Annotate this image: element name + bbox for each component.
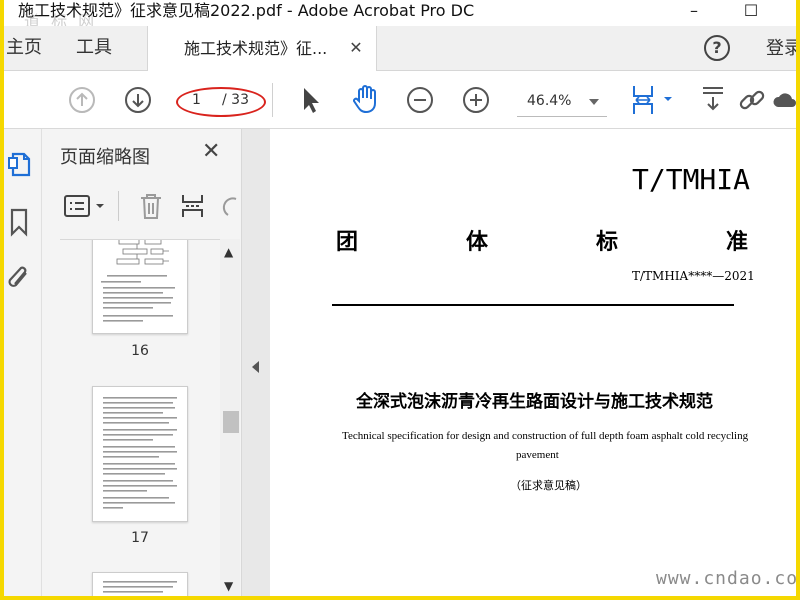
options-menu-icon[interactable] (62, 193, 108, 219)
panel-title: 页面缩略图 (60, 147, 150, 168)
document-page: T/TMHIA 团 体 标 准 T/TMHIA****—2021 全深式泡沫沥青… (270, 129, 796, 596)
toolbar-divider (272, 83, 273, 117)
toolbar: 1 / 33 46.4% (4, 71, 796, 129)
login-link[interactable]: 登录 (766, 26, 796, 72)
horizontal-rule (332, 304, 734, 306)
thumbnail-page-number: 17 (131, 530, 149, 546)
thumbnail-text-page (103, 581, 177, 593)
zoom-level-select[interactable]: 46.4% (517, 87, 607, 117)
thumbnail-page-number: 16 (131, 343, 149, 359)
tab-tools[interactable]: 工具 (76, 26, 112, 71)
scrollbar-thumb[interactable] (223, 411, 239, 433)
thumbnail-flowchart-diagram (101, 240, 175, 322)
cloud-upload-icon[interactable] (772, 87, 796, 113)
trash-icon[interactable] (138, 191, 164, 221)
panel-splitter[interactable] (242, 129, 270, 596)
zoom-out-icon[interactable] (406, 86, 434, 114)
tab-home[interactable]: 主页 (6, 26, 42, 71)
close-panel-icon[interactable]: ✕ (202, 139, 220, 164)
document-title-english-cont: pavement (516, 449, 559, 461)
insert-page-icon[interactable] (180, 191, 206, 221)
document-tab-label: 施工技术规范》征... (184, 39, 328, 58)
title-bar: 施工技术规范》征求意见稿2022.pdf - Adobe Acrobat Pro… (4, 0, 796, 31)
rotate-icon[interactable] (220, 193, 240, 221)
standard-type-char: 准 (726, 229, 749, 255)
standard-type-char: 体 (466, 229, 489, 255)
scroll-down-icon[interactable]: ▼ (224, 579, 233, 593)
thumbnail-text-page (103, 397, 177, 509)
help-icon[interactable]: ? (704, 35, 730, 61)
next-page-icon[interactable] (124, 86, 152, 114)
document-title-chinese: 全深式泡沫沥青冷再生路面设计与施工技术规范 (356, 392, 713, 412)
site-watermark: www.cndao.com (656, 568, 796, 589)
page-thumbnail-16[interactable] (92, 240, 188, 334)
previous-page-icon[interactable] (68, 86, 96, 114)
thumbnail-list: 16 17 (60, 239, 220, 596)
bookmark-icon[interactable] (8, 207, 30, 237)
toolbar-divider (118, 191, 119, 221)
page-thumbnail-next[interactable] (92, 572, 188, 596)
standard-type-char: 团 (336, 229, 359, 255)
red-annotation-ellipse (176, 87, 266, 117)
link-icon[interactable] (736, 84, 768, 116)
thumbnails-panel: 页面缩略图 ✕ 16 17 ▲ ▼ (42, 129, 242, 596)
chevron-down-icon (589, 99, 599, 105)
zoom-in-icon[interactable] (462, 86, 490, 114)
collapse-panel-icon[interactable] (252, 361, 259, 373)
close-tab-icon[interactable]: ✕ (348, 40, 364, 56)
scroll-up-icon[interactable]: ▲ (224, 245, 233, 259)
attachment-icon[interactable] (6, 263, 34, 295)
hand-tool-icon[interactable] (350, 83, 382, 115)
standard-code: T/TMHIA (632, 163, 751, 196)
acrobat-window: 施工技术规范》征求意见稿2022.pdf - Adobe Acrobat Pro… (4, 0, 796, 596)
tab-bar: 主页 工具 施工技术规范》征... ✕ ? 登录 (4, 26, 796, 72)
zoom-level-value: 46.4% (527, 93, 572, 109)
select-cursor-icon[interactable] (300, 85, 322, 115)
save-to-device-icon[interactable] (700, 85, 726, 115)
page-thumbnails-icon[interactable] (8, 149, 34, 179)
navigation-rail (4, 129, 42, 596)
maximize-icon[interactable]: ☐ (739, 2, 763, 22)
standard-type-char: 标 (596, 229, 619, 255)
standard-number: T/TMHIA****—2021 (632, 269, 755, 283)
minimize-icon[interactable]: – (682, 2, 706, 22)
page-thumbnail-17[interactable] (92, 386, 188, 522)
tab-document[interactable]: 施工技术规范》征... ✕ (147, 26, 377, 72)
thumbnail-scrollbar[interactable]: ▲ ▼ (220, 239, 240, 596)
page-display-icon[interactable] (630, 84, 678, 116)
draft-label: （征求意见稿） (510, 479, 587, 492)
document-title-english: Technical specification for design and c… (342, 430, 749, 442)
thumbnail-toolbar (42, 181, 242, 231)
